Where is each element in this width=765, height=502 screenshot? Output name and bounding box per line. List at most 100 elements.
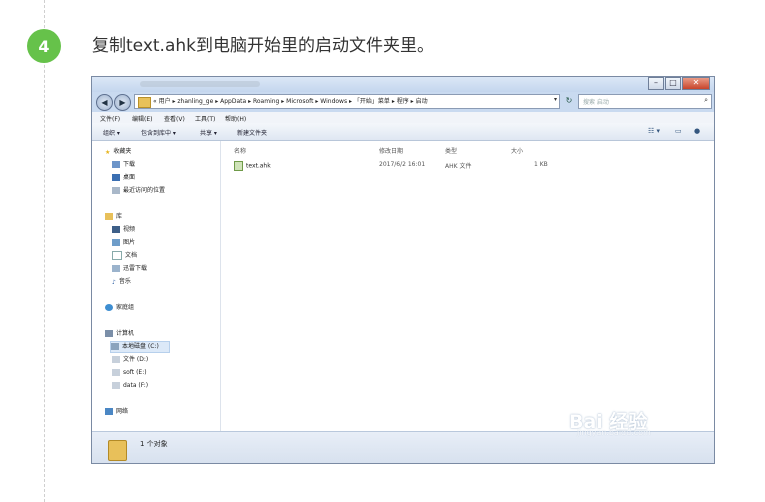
- ahk-file-icon: [234, 161, 243, 171]
- new-folder-button[interactable]: 新建文件夹: [237, 128, 267, 137]
- nav-drive-d[interactable]: 文件 (D:): [112, 355, 148, 365]
- title-bar: – □ ✕: [92, 77, 714, 92]
- chevron-down-icon[interactable]: ▾: [554, 96, 557, 103]
- recent-places-icon: [112, 187, 120, 194]
- folder-icon: [112, 265, 120, 272]
- navigation-pane: ★ 收藏夹 下载 桌面 最近访问的位置 库 视频 图片 文档 迅雷下载 ♪ 音乐 家…: [92, 141, 221, 431]
- timeline-dotted-line: [44, 0, 45, 502]
- address-bar[interactable]: « 用户 ▸ zhanling_ge ▸ AppData ▸ Roaming ▸…: [134, 94, 560, 109]
- download-icon: [112, 161, 120, 168]
- nav-videos[interactable]: 视频: [112, 225, 135, 235]
- nav-documents[interactable]: 文档: [112, 251, 137, 261]
- column-header-type[interactable]: 类型: [445, 146, 457, 155]
- help-icon[interactable]: ●: [694, 127, 700, 135]
- search-placeholder: 搜索 启动: [583, 99, 609, 106]
- nav-recent[interactable]: 最近访问的位置: [112, 186, 165, 196]
- explorer-window-screenshot: – □ ✕ ◀ ▶ « 用户 ▸ zhanling_ge ▸ AppData ▸…: [91, 76, 715, 464]
- nav-drive-f[interactable]: data (F:): [112, 381, 148, 391]
- nav-label: 文件 (D:): [123, 356, 149, 363]
- nav-label: 音乐: [118, 278, 131, 285]
- nav-label: 网络: [116, 408, 129, 415]
- nav-label: 下载: [123, 161, 136, 168]
- drive-icon: [112, 382, 120, 389]
- view-options-icon[interactable]: ☷ ▾: [648, 127, 660, 135]
- address-row: ◀ ▶ « 用户 ▸ zhanling_ge ▸ AppData ▸ Roami…: [92, 92, 714, 112]
- nav-libraries[interactable]: 库: [105, 212, 122, 222]
- file-name-cell[interactable]: text.ahk: [234, 161, 271, 171]
- window-controls: – □ ✕: [647, 77, 710, 90]
- nav-label: 计算机: [116, 330, 135, 337]
- nav-label: 最近访问的位置: [123, 187, 166, 194]
- nav-music[interactable]: ♪ 音乐: [112, 277, 131, 287]
- nav-label: 图片: [123, 239, 136, 246]
- column-header-size[interactable]: 大小: [511, 146, 523, 155]
- file-date: 2017/6/2 16:01: [379, 161, 426, 168]
- nav-computer[interactable]: 计算机: [105, 329, 134, 339]
- drive-icon: [112, 356, 120, 363]
- document-icon: [112, 251, 122, 260]
- menu-edit[interactable]: 编辑(E): [132, 114, 152, 123]
- folder-icon: [108, 440, 127, 461]
- close-button[interactable]: ✕: [682, 77, 710, 90]
- search-icon[interactable]: ⌕: [704, 96, 708, 105]
- nav-drive-c[interactable]: 本地磁盘 (C:): [110, 341, 170, 353]
- nav-drive-e[interactable]: soft (E:): [112, 368, 147, 378]
- drive-icon: [111, 343, 119, 350]
- nav-label: 本地磁盘 (C:): [122, 343, 159, 350]
- breadcrumb[interactable]: « 用户 ▸ zhanling_ge ▸ AppData ▸ Roaming ▸…: [153, 96, 428, 105]
- nav-label: 桌面: [123, 174, 136, 181]
- menu-help[interactable]: 帮助(H): [225, 114, 246, 123]
- minimize-button[interactable]: –: [648, 77, 664, 90]
- nav-label: soft (E:): [123, 369, 147, 376]
- refresh-icon[interactable]: ↻: [562, 94, 576, 109]
- nav-label: 视频: [123, 226, 136, 233]
- nav-label: 家庭组: [116, 304, 135, 311]
- nav-label: 收藏夹: [113, 148, 132, 155]
- nav-network[interactable]: 网络: [105, 407, 128, 417]
- star-icon: ★: [105, 149, 111, 156]
- forward-button[interactable]: ▶: [114, 94, 131, 111]
- step-instruction-text: 复制text.ahk到电脑开始里的启动文件夹里。: [92, 36, 434, 56]
- drive-icon: [112, 369, 120, 376]
- nav-label: 库: [116, 213, 123, 220]
- nav-thunder-downloads[interactable]: 迅雷下载: [112, 264, 147, 274]
- search-input[interactable]: 搜索 启动 ⌕: [578, 94, 712, 109]
- file-type: AHK 文件: [445, 163, 472, 170]
- picture-icon: [112, 239, 120, 246]
- library-icon: [105, 213, 113, 220]
- back-button[interactable]: ◀: [96, 94, 113, 111]
- file-list: 名称 修改日期 类型 大小 text.ahk 2017/6/2 16:01 AH…: [221, 141, 714, 431]
- command-bar: 组织 ▾ 包含到库中 ▾ 共享 ▾ 新建文件夹 ☷ ▾ ▭ ●: [92, 123, 714, 141]
- column-header-name[interactable]: 名称: [234, 146, 246, 155]
- nav-downloads[interactable]: 下载: [112, 160, 135, 170]
- nav-favorites[interactable]: ★ 收藏夹: [105, 147, 131, 157]
- organize-button[interactable]: 组织 ▾: [103, 128, 120, 137]
- step-number-badge: 4: [27, 29, 61, 63]
- blurred-title: [140, 81, 260, 87]
- menu-file[interactable]: 文件(F): [100, 114, 120, 123]
- menu-tools[interactable]: 工具(T): [195, 114, 215, 123]
- share-button[interactable]: 共享 ▾: [200, 128, 217, 137]
- nav-desktop[interactable]: 桌面: [112, 173, 135, 183]
- maximize-button[interactable]: □: [665, 77, 681, 90]
- menu-view[interactable]: 查看(V): [164, 114, 185, 123]
- desktop-icon: [112, 174, 120, 181]
- nav-label: 文档: [125, 252, 138, 259]
- video-icon: [112, 226, 120, 233]
- nav-label: data (F:): [123, 382, 149, 389]
- status-bar: 1 个对象: [92, 431, 714, 463]
- item-count: 1 个对象: [140, 440, 168, 448]
- nav-label: 迅雷下载: [123, 265, 148, 272]
- computer-icon: [105, 330, 113, 337]
- homegroup-icon: [105, 304, 113, 311]
- nav-pictures[interactable]: 图片: [112, 238, 135, 248]
- folder-icon: [138, 97, 151, 108]
- preview-pane-icon[interactable]: ▭: [675, 127, 682, 135]
- file-size: 1 KB: [534, 161, 548, 168]
- nav-homegroup[interactable]: 家庭组: [105, 303, 134, 313]
- music-icon: ♪: [112, 279, 116, 286]
- include-in-library-button[interactable]: 包含到库中 ▾: [141, 128, 176, 137]
- file-name: text.ahk: [246, 162, 271, 170]
- network-icon: [105, 408, 113, 415]
- column-header-date[interactable]: 修改日期: [379, 146, 403, 155]
